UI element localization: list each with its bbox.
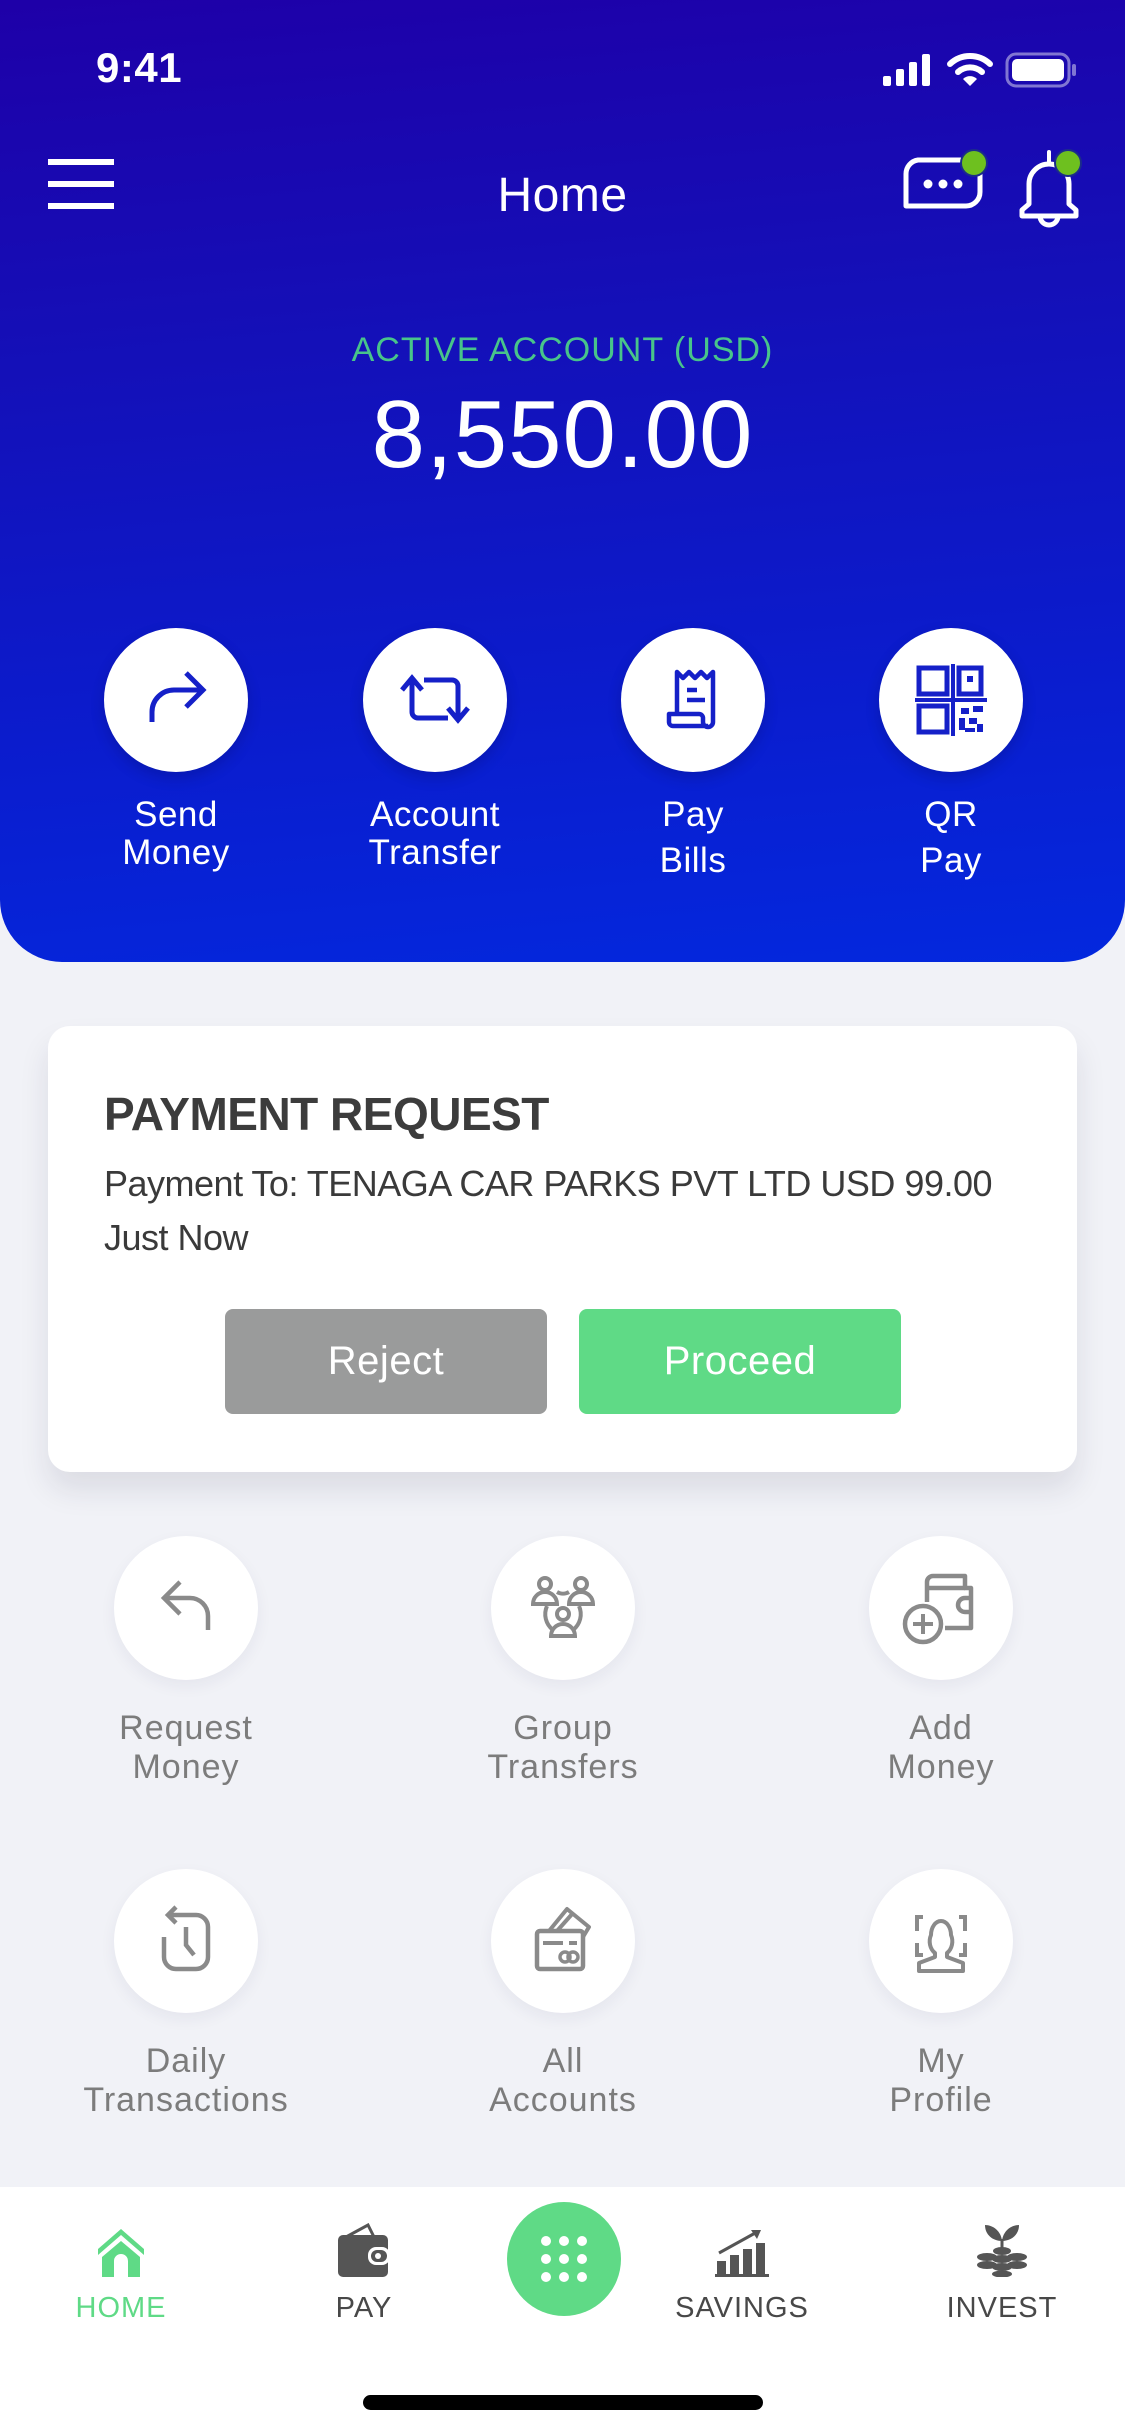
payment-request-title: PAYMENT REQUEST	[104, 1088, 549, 1140]
center-menu-button[interactable]	[507, 2202, 621, 2316]
account-transfer-icon-circle	[363, 628, 507, 772]
notifications-button[interactable]	[1016, 148, 1084, 230]
battery-icon	[1005, 52, 1076, 88]
tab-savings-label: SAVINGS	[675, 2292, 809, 2324]
growth-chart-icon	[715, 2230, 769, 2277]
header-panel: 9:41 Home ACTIVE ACCOUNT (USD) 8,550.00 …	[0, 0, 1125, 962]
cellular-signal-icon	[883, 54, 930, 86]
group-transfers-label: Group Transfers	[413, 1709, 713, 1787]
label-line: QR	[924, 795, 978, 834]
request-money-icon-circle	[114, 1536, 258, 1680]
home-indicator	[363, 2395, 763, 2410]
daily-transactions-label: Daily Transactions	[36, 2042, 336, 2120]
notification-badge	[1054, 149, 1082, 177]
add-money-label: Add Money	[791, 1709, 1091, 1787]
label-line: Request	[119, 1709, 253, 1747]
request-money-label: Request Money	[36, 1709, 336, 1787]
add-money-icon-circle	[869, 1536, 1013, 1680]
send-money-button[interactable]: Send Money	[46, 628, 306, 872]
my-profile-icon-circle	[869, 1869, 1013, 2013]
label-line: Account	[370, 795, 500, 834]
send-money-icon-circle	[104, 628, 248, 772]
label-line: Transfer	[368, 833, 502, 872]
account-balance: 8,550.00	[371, 381, 754, 488]
label-line: Transactions	[83, 2081, 289, 2119]
pay-bills-button[interactable]: Pay Bills	[563, 628, 823, 880]
payment-request-card: PAYMENT REQUEST Payment To: TENAGA CAR P…	[48, 1026, 1077, 1472]
pay-bills-icon-circle	[621, 628, 765, 772]
qr-pay-button[interactable]: QR Pay	[821, 628, 1081, 880]
reply-arrow-icon	[160, 1580, 211, 1630]
all-accounts-button[interactable]: All Accounts	[413, 1869, 713, 2120]
tab-savings[interactable]: SAVINGS	[632, 2215, 852, 2325]
label-line: Money	[122, 833, 230, 872]
tab-pay[interactable]: PAY	[254, 2215, 474, 2325]
chat-button[interactable]	[900, 148, 988, 223]
payment-request-time: Just Now	[104, 1217, 249, 1258]
tab-home-label: HOME	[75, 2292, 167, 2324]
label-line: Add	[909, 1709, 973, 1747]
group-transfers-icon-circle	[491, 1536, 635, 1680]
all-accounts-label: All Accounts	[413, 2042, 713, 2120]
tab-invest-label: INVEST	[946, 2292, 1058, 2324]
cards-icon	[534, 1907, 591, 1972]
account-transfer-button[interactable]: Account Transfer	[305, 628, 565, 872]
daily-transactions-icon-circle	[114, 1869, 258, 2013]
label-line: Accounts	[489, 2081, 637, 2119]
qr-pay-label: QR Pay	[821, 796, 1081, 880]
label-line: Profile	[889, 2081, 993, 2119]
daily-transactions-button[interactable]: Daily Transactions	[36, 1869, 336, 2120]
group-users-icon	[530, 1576, 596, 1638]
label-line: All	[542, 2042, 584, 2080]
wallet-icon	[338, 2223, 390, 2277]
chat-badge	[960, 149, 988, 177]
qr-pay-icon-circle	[879, 628, 1023, 772]
label-line: Send	[134, 795, 218, 834]
qr-code-icon	[915, 664, 987, 736]
request-money-button[interactable]: Request Money	[36, 1536, 336, 1787]
plant-coins-icon	[977, 2225, 1027, 2277]
tab-home[interactable]: HOME	[11, 2215, 231, 2325]
my-profile-button[interactable]: My Profile	[791, 1869, 1091, 2120]
label-line: Group	[513, 1709, 613, 1747]
menu-line	[48, 159, 114, 165]
label-line: My	[917, 2042, 965, 2080]
label-line: Pay	[920, 841, 982, 880]
label-line: Daily	[145, 2042, 227, 2080]
add-money-button[interactable]: Add Money	[791, 1536, 1091, 1787]
tab-pay-label: PAY	[335, 2292, 393, 2324]
tab-invest[interactable]: INVEST	[892, 2215, 1112, 2325]
label-line: Transfers	[487, 1748, 639, 1786]
my-profile-label: My Profile	[791, 2042, 1091, 2120]
reject-button[interactable]: Reject	[225, 1309, 547, 1414]
send-money-label: Send Money	[46, 796, 306, 872]
transfer-arrows-icon	[400, 674, 470, 724]
label-line: Money	[132, 1748, 240, 1786]
status-time: 9:41	[96, 44, 183, 91]
history-clock-icon	[161, 1905, 211, 1972]
pay-bills-label: Pay Bills	[563, 796, 823, 880]
wifi-icon	[947, 53, 993, 86]
receipt-icon	[666, 669, 716, 730]
all-accounts-icon-circle	[491, 1869, 635, 2013]
proceed-button[interactable]: Proceed	[579, 1309, 901, 1414]
grid-dots-icon	[541, 2236, 587, 2282]
label-line: Bills	[659, 841, 727, 880]
profile-scan-icon	[915, 1915, 967, 1973]
account-label: ACTIVE ACCOUNT (USD)	[351, 331, 774, 369]
group-transfers-button[interactable]: Group Transfers	[413, 1536, 713, 1787]
send-arrow-icon	[149, 671, 207, 722]
quick-actions: Send Money Account Transfer Pay Bills QR…	[0, 628, 1125, 898]
label-line: Money	[887, 1748, 995, 1786]
account-transfer-label: Account Transfer	[305, 796, 565, 872]
payment-request-details: Payment To: TENAGA CAR PARKS PVT LTD USD…	[104, 1163, 993, 1204]
wallet-add-icon	[902, 1573, 974, 1645]
status-icons	[883, 50, 1077, 90]
home-icon	[98, 2229, 144, 2277]
label-line: Pay	[662, 795, 724, 834]
